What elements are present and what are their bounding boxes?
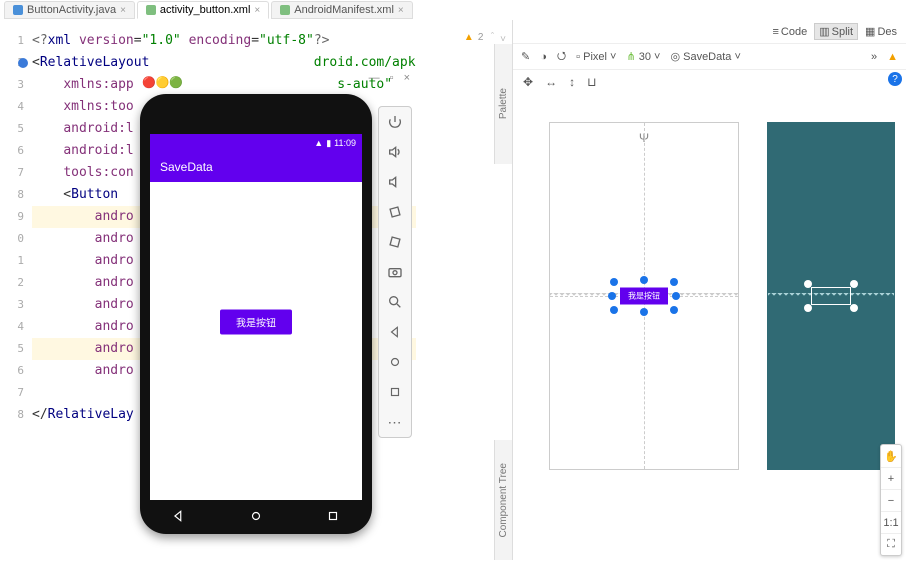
design-canvas-blueprint[interactable] [767,122,895,470]
nav-arrows[interactable]: ＾ ˅ [487,30,506,45]
theme-dropdown[interactable]: ◎ SaveData ˅ [670,50,740,63]
home-button[interactable] [386,353,404,371]
traffic-lights-icon: 🔴🟡🟢 [142,76,183,89]
app-bar: SaveData [150,152,362,182]
palette-label: Palette [498,88,509,119]
device-frame: ▲ ▮ 11:09 SaveData 我是按钮 [140,94,372,534]
zoom-in-button[interactable]: + [881,467,901,489]
overview-icon[interactable] [326,509,340,523]
eyedropper-icon[interactable]: ✎ [521,50,530,63]
back-icon[interactable] [172,509,186,523]
palette-strip[interactable]: Palette [494,44,512,164]
volume-down-button[interactable] [386,173,404,191]
zoom-button[interactable] [386,293,404,311]
gutter-marker-icon[interactable] [18,58,28,68]
pan-tool-button[interactable]: ✋ [881,445,901,467]
split-view-button[interactable]: ▥ Split [814,23,858,40]
zoom-fit-button[interactable]: ⛶ [881,533,901,555]
pan-icon[interactable]: ✥ [523,75,533,89]
signal-icon: ▲ [314,138,323,148]
label: Split [832,26,853,38]
screen-content[interactable]: 我是按钮 [150,182,362,500]
screenshot-button[interactable] [386,263,404,281]
expand-vertical-icon[interactable]: ↕ [569,75,575,89]
emulator-titlebar: 🔴🟡🟢 [142,76,183,89]
tab-label: AndroidManifest.xml [294,4,394,16]
warning-icon[interactable]: ▲ [887,51,898,63]
inspections-widget[interactable]: ▲ 2 ＾ ˅ [464,30,506,45]
view-switcher: ≡ Code ▥ Split ▦ Des [513,20,906,44]
status-time: 11:09 [334,138,356,148]
overflow-icon[interactable]: » [871,51,877,63]
code-line[interactable]: <?xml version="1.0" encoding="utf-8"?> [32,30,416,52]
battery-icon: ▮ [326,138,331,149]
zoom-out-button[interactable]: − [881,489,901,511]
split-icon: ▥ [819,25,829,38]
close-icon[interactable]: × [404,72,410,84]
java-file-icon [13,5,23,15]
back-button[interactable] [386,323,404,341]
orientation-icon[interactable]: ⭯ [557,47,566,66]
xml-file-icon [280,5,290,15]
tab-activity-button-xml[interactable]: activity_button.xml × [137,1,269,19]
line-gutter: 123456789012345678 [0,30,32,560]
tab-label: activity_button.xml [160,4,250,16]
status-bar: ▲ ▮ 11:09 [150,134,362,152]
code-line[interactable]: <RelativeLayout droid.com/apk [32,52,416,74]
design-zoom-toolbar: ✥ ↔ ↕ ⊔ [513,70,906,94]
power-button[interactable] [386,113,404,131]
android-navbar [140,506,372,526]
close-icon[interactable]: × [254,5,260,16]
design-surface[interactable]: Ψ 我是按钮 [513,94,906,560]
component-tree-label: Component Tree [498,463,509,538]
minimize-icon[interactable]: — [369,72,380,84]
design-icon: ▦ [865,25,875,38]
tab-androidmanifest-xml[interactable]: AndroidManifest.xml × [271,1,413,19]
app-title: SaveData [160,160,213,174]
code-line[interactable]: xmlns:app s-auto" [32,74,416,96]
emulator-window: 🔴🟡🟢 ▲ ▮ 11:09 SaveData 我是按钮 [140,94,412,534]
design-canvas-light[interactable]: Ψ 我是按钮 [549,122,739,470]
label: Code [781,26,807,38]
rotate-right-button[interactable] [386,233,404,251]
home-icon[interactable] [249,509,263,523]
warning-icon: ▲ [464,32,474,43]
zoom-controls: ✋ + − 1:1 ⛶ [880,444,902,556]
close-icon[interactable]: × [120,5,126,16]
selection-handles[interactable] [614,282,674,310]
component-tree-strip[interactable]: Component Tree [494,440,512,560]
expand-horizontal-icon[interactable]: ↔ [545,75,557,89]
demo-button[interactable]: 我是按钮 [220,309,292,334]
code-view-button[interactable]: ≡ Code [768,24,813,40]
palette-icon[interactable]: ◑ [540,51,547,63]
overview-button[interactable] [386,383,404,401]
device-screen[interactable]: ▲ ▮ 11:09 SaveData 我是按钮 [150,134,362,500]
api-dropdown[interactable]: ⋔ 30 ˅ [626,50,660,63]
xml-file-icon [146,5,156,15]
more-button[interactable]: ⋯ [386,413,404,431]
tab-buttonactivity-java[interactable]: ButtonActivity.java × [4,1,135,19]
device-dropdown[interactable]: ▫ Pixel ˅ [576,51,616,63]
help-icon[interactable]: ? [888,72,902,86]
design-toolbar: ✎ ◑ ⭯ ▫ Pixel ˅ ⋔ 30 ˅ ◎ SaveData ˅ » ▲ [513,44,906,70]
zoom-100-button[interactable]: 1:1 [881,511,901,533]
code-editor[interactable]: 123456789012345678 <?xml version="1.0" e… [0,20,512,560]
rotate-left-button[interactable] [386,203,404,221]
maximize-icon[interactable]: ▫ [390,72,394,84]
volume-up-button[interactable] [386,143,404,161]
code-icon: ≡ [773,26,779,38]
emulator-toolbar: ⋯ [378,106,412,438]
design-panel: ≡ Code ▥ Split ▦ Des ✎ ◑ ⭯ ▫ Pixel ˅ ⋔ 3… [512,20,906,560]
magnet-icon[interactable]: ⊔ [587,75,596,89]
design-view-button[interactable]: ▦ Des [860,23,902,40]
close-icon[interactable]: × [398,5,404,16]
tab-label: ButtonActivity.java [27,4,116,16]
selection-handles[interactable] [809,285,853,307]
editor-tabs: ButtonActivity.java × activity_button.xm… [0,0,906,20]
label: Des [877,26,897,38]
warning-count: 2 [478,32,484,43]
